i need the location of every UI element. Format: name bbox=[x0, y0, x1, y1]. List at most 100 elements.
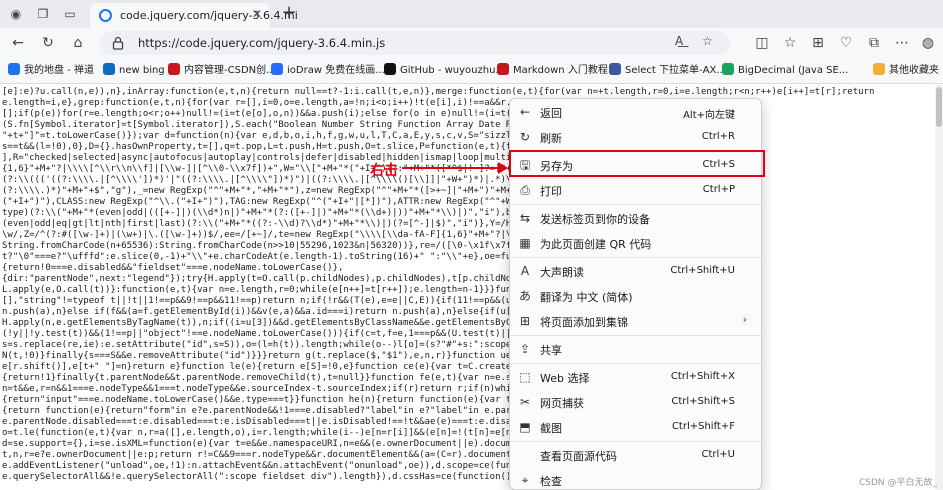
code-line: {return"input"===e.nodeName.toLowerCase(… bbox=[2, 395, 550, 405]
bookmark-favicon-icon bbox=[609, 63, 621, 75]
menu-item-refresh[interactable]: ↻ 刷新 Ctrl+R bbox=[510, 125, 761, 149]
menu-item-label: 大声朗读 bbox=[540, 266, 584, 279]
code-line: {return!0===e.disabled&&"fieldset"===e.n… bbox=[2, 263, 344, 273]
menu-item-label: Web 选择 bbox=[540, 372, 590, 385]
code-line: e[r.shift()],e[t+" "]=n}return e}functio… bbox=[2, 362, 593, 372]
bookmark-item[interactable]: 内容管理-CSDN创... bbox=[168, 63, 276, 79]
menu-item-send-to-device[interactable]: ⇆ 发送标签页到你的设备 bbox=[510, 206, 761, 230]
split-screen-icon[interactable]: ◫ bbox=[752, 33, 772, 53]
home-icon[interactable]: ⌂ bbox=[68, 33, 88, 53]
menu-item-label: 为此页面创建 QR 代码 bbox=[540, 238, 652, 251]
bookmarks-bar: 我的地盘 - 禅道 new bing 内容管理-CSDN创... ioDraw … bbox=[0, 58, 943, 84]
code-line: {dir:"parentNode",next:"legend"});try{H.… bbox=[2, 274, 550, 284]
menu-item-print[interactable]: ⎙ 打印 Ctrl+P bbox=[510, 178, 761, 202]
menu-item-shortcut: Alt+向左键 bbox=[683, 110, 735, 121]
code-line: o=t.le(function(e,t){var n,r=a([],e.leng… bbox=[2, 428, 544, 438]
scrollbar-thumb[interactable] bbox=[936, 87, 942, 127]
menu-item-read-aloud[interactable]: A 大声朗读 Ctrl+Shift+U bbox=[510, 259, 761, 283]
extensions-icon[interactable]: ⧉ bbox=[864, 33, 884, 53]
menu-item-qr-code[interactable]: ▦ 为此页面创建 QR 代码 bbox=[510, 231, 761, 255]
send-to-device-icon: ⇆ bbox=[519, 211, 531, 225]
menu-item-inspect[interactable]: ⌖ 检查 bbox=[510, 468, 761, 490]
menu-item-shortcut: Ctrl+P bbox=[702, 184, 735, 195]
collections-toolbar-icon[interactable]: ⊞ bbox=[808, 33, 828, 53]
code-line: String.fromCharCode(n+65536):String.from… bbox=[2, 241, 555, 251]
bookmark-favicon-icon bbox=[271, 63, 283, 75]
vertical-scrollbar[interactable] bbox=[935, 85, 943, 490]
code-line: [],"string"!=typeof t||!t||1!==p&&9!==p&… bbox=[2, 296, 550, 306]
code-line: s==t&&(l=!0),0},D={}.hasOwnProperty,t=[]… bbox=[2, 142, 544, 152]
other-favorites-folder[interactable]: 其他收藏夹 bbox=[873, 63, 939, 79]
menu-item-share[interactable]: ⇪ 共享 bbox=[510, 337, 761, 361]
code-line: "+t+"]"=t.toLowerCase()});var d=function… bbox=[2, 131, 544, 141]
menu-item-view-source[interactable]: 查看页面源代码 Ctrl+U bbox=[510, 443, 761, 467]
close-tab-icon[interactable]: ✕ bbox=[252, 7, 262, 21]
annotation-arrow-icon bbox=[402, 162, 508, 174]
menu-separator bbox=[510, 257, 761, 258]
read-aloud-icon: A bbox=[520, 264, 530, 278]
view-source-icon bbox=[518, 448, 532, 462]
annotation-label: 右击 bbox=[370, 163, 398, 179]
browser-essentials-icon[interactable]: ♡ bbox=[836, 33, 856, 53]
qr-code-icon: ▦ bbox=[519, 236, 531, 250]
jquery-favicon-icon bbox=[99, 9, 112, 22]
menu-item-label: 返回 bbox=[540, 107, 562, 120]
web-capture-icon: ✂ bbox=[519, 395, 531, 409]
code-line: s=s.replace(re,ie):e.setAttribute("id",s… bbox=[2, 340, 550, 350]
menu-item-shortcut: Ctrl+Shift+S bbox=[671, 396, 735, 407]
favorite-star-icon[interactable]: ☆ bbox=[702, 34, 713, 48]
code-line: (S.fn[Symbol.iterator]=t[Symbol.iterator… bbox=[2, 120, 550, 130]
toolbar: ← ↻ ⌂ https://code.jquery.com/jquery-3.6… bbox=[0, 28, 943, 58]
bookmark-item[interactable]: BigDecimal (Java SE... bbox=[722, 63, 848, 79]
bookmark-item[interactable]: Markdown 入门教程 bbox=[497, 63, 608, 79]
submenu-chevron-icon: › bbox=[742, 313, 747, 326]
print-icon: ⎙ bbox=[520, 183, 530, 197]
active-tab[interactable]: code.jquery.com/jquery-3.6.4.mi ✕ bbox=[90, 3, 298, 28]
menu-item-label: 刷新 bbox=[540, 132, 562, 145]
url-text: https://code.jquery.com/jquery-3.6.4.min… bbox=[138, 36, 386, 50]
bookmark-item[interactable]: Select 下拉菜单-AX... bbox=[609, 63, 726, 79]
read-aloud-toolbar-icon[interactable]: A͟ bbox=[675, 34, 683, 48]
menu-item-label: 打印 bbox=[540, 185, 562, 198]
source-code-view[interactable]: [e]:e)?u.call(n,e)),n},inArray:function(… bbox=[0, 85, 935, 490]
code-line: e.length=i,e},grep:function(e,t,n){for(v… bbox=[2, 98, 550, 108]
new-tab-button[interactable]: + bbox=[278, 2, 300, 24]
bookmark-favicon-icon bbox=[168, 63, 180, 75]
code-line: (!y||!y.test(t))&&(1!==p||"object"!==e.n… bbox=[2, 329, 544, 339]
bookmark-item[interactable]: ioDraw 免费在线画... bbox=[271, 63, 385, 79]
tab-title: code.jquery.com/jquery-3.6.4.mi bbox=[120, 9, 298, 22]
refresh-icon[interactable]: ↻ bbox=[38, 33, 58, 53]
bookmark-item[interactable]: GitHub - wuyouzhu... bbox=[384, 63, 505, 79]
profile-icon[interactable]: ◉ bbox=[6, 4, 26, 24]
menu-item-shortcut: Ctrl+Shift+F bbox=[671, 421, 735, 432]
menu-separator bbox=[510, 335, 761, 336]
watermark: CSDN @平白无故_ bbox=[858, 478, 937, 488]
tab-actions-icon[interactable]: ▭ bbox=[60, 4, 80, 24]
menu-item-web-select[interactable]: ⬚ Web 选择 Ctrl+Shift+X bbox=[510, 365, 761, 389]
code-line: n=t&&e,r=n&&1===e.nodeType&&1===t.nodeTy… bbox=[2, 384, 550, 394]
favorites-icon[interactable]: ☆ bbox=[780, 33, 800, 53]
code-line: e.addEventListener("unload",oe,!1):n.att… bbox=[2, 461, 550, 471]
bookmark-item[interactable]: new bing bbox=[103, 63, 165, 79]
menu-item-screenshot[interactable]: ⬒ 截图 Ctrl+Shift+F bbox=[510, 415, 761, 439]
menu-item-web-capture[interactable]: ✂ 网页捕获 Ctrl+Shift+S bbox=[510, 390, 761, 414]
menu-item-back[interactable]: ← 返回 Alt+向左键 bbox=[510, 100, 761, 124]
code-line: d=se.support={},i=se.isXML=function(e){v… bbox=[2, 439, 550, 449]
menu-item-collections[interactable]: ⊞ 将页面添加到集锦 › bbox=[510, 309, 761, 333]
code-line: t,n,r=e?e.ownerDocument||e:p;return r!=C… bbox=[2, 450, 550, 460]
web-select-icon: ⬚ bbox=[519, 370, 531, 384]
address-bar[interactable]: https://code.jquery.com/jquery-3.6.4.min… bbox=[100, 31, 730, 55]
menu-item-translate[interactable]: あ翻译为 中文 (简体) bbox=[510, 284, 761, 308]
menu-item-label: 截图 bbox=[540, 422, 562, 435]
more-options-icon[interactable]: ⋯ bbox=[892, 33, 912, 53]
collections-icon: ⊞ bbox=[519, 314, 531, 328]
workspaces-icon[interactable]: ❐ bbox=[33, 4, 53, 24]
menu-item-shortcut: Ctrl+R bbox=[701, 131, 735, 142]
tab-strip: ◉ ❐ ▭ code.jquery.com/jquery-3.6.4.mi ✕ … bbox=[0, 0, 943, 28]
back-icon[interactable]: ← bbox=[8, 33, 28, 53]
menu-item-label: 将页面添加到集锦 bbox=[540, 316, 628, 329]
code-line: {return!1}finally{t.parentNode&&t.parent… bbox=[2, 373, 550, 383]
bookmark-item[interactable]: 我的地盘 - 禅道 bbox=[8, 63, 94, 79]
copilot-icon[interactable]: ◍ bbox=[918, 33, 938, 53]
menu-item-label: 共享 bbox=[540, 344, 562, 357]
